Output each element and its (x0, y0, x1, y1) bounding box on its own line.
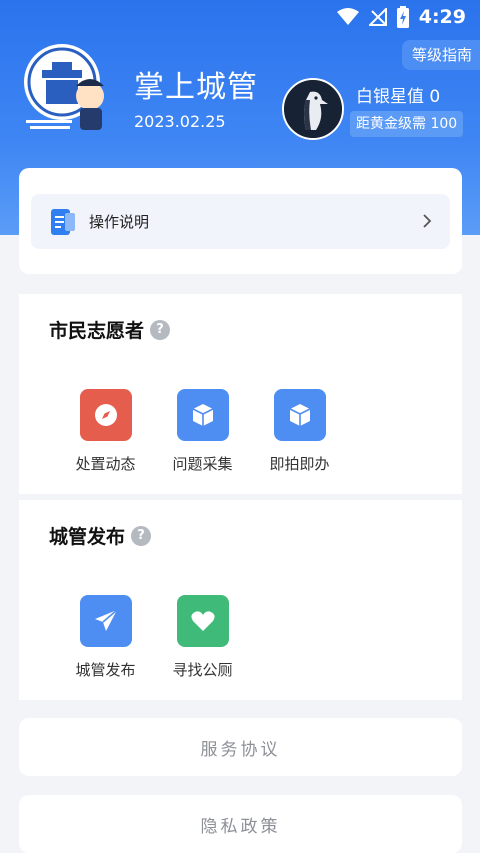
tile-issue-collection[interactable]: 问题采集 (154, 389, 251, 474)
city-management-logo (22, 40, 116, 134)
app-title: 掌上城管 (134, 70, 258, 105)
tile-label: 问题采集 (172, 455, 233, 473)
help-icon[interactable]: ? (150, 319, 171, 340)
tile-snap-and-handle[interactable]: 即拍即办 (251, 389, 348, 474)
operation-guide-label: 操作说明 (89, 213, 150, 231)
privacy-policy-link[interactable]: 隐私政策 (19, 795, 462, 853)
tile-find-toilet[interactable]: 寻找公厕 (154, 595, 251, 680)
tile-label: 城管发布 (75, 661, 136, 679)
publish-section-title: 城管发布 ? (49, 522, 152, 549)
volunteer-title-text: 市民志愿者 (49, 320, 145, 342)
volunteer-section-title: 市民志愿者 ? (49, 316, 171, 343)
tile-label: 寻找公厕 (172, 661, 233, 679)
avatar[interactable] (282, 78, 344, 140)
service-agreement-link[interactable]: 服务协议 (19, 718, 462, 776)
chevron-right-icon (422, 212, 432, 234)
tile-disposal-status[interactable]: 处置动态 (57, 389, 154, 474)
status-bar: 4:29 (0, 0, 480, 34)
rank-progress-text: 距黄金级需 100 (350, 111, 464, 137)
box-icon (176, 389, 229, 441)
document-icon (51, 208, 75, 235)
no-signal-icon (368, 8, 387, 26)
wifi-icon (336, 8, 359, 26)
current-date: 2023.02.25 (134, 112, 226, 131)
compass-icon (79, 389, 132, 441)
send-icon (79, 595, 132, 647)
tile-label: 处置动态 (75, 455, 136, 473)
level-guide-button[interactable]: 等级指南 (401, 40, 480, 70)
publish-section: 城管发布 ? 城管发布 寻找公厕 (19, 500, 462, 700)
rank-title: 白银星值 0 (356, 87, 441, 107)
help-icon[interactable]: ? (131, 525, 152, 546)
heart-icon (176, 595, 229, 647)
tile-label: 即拍即办 (269, 455, 330, 473)
publish-title-text: 城管发布 (49, 526, 126, 548)
clock: 4:29 (418, 6, 466, 28)
battery-charging-icon (396, 6, 409, 28)
operation-guide-item[interactable]: 操作说明 (31, 194, 450, 249)
volunteer-section: 市民志愿者 ? 处置动态 问题采集 即拍即办 (19, 294, 462, 494)
box-icon (273, 389, 326, 441)
guide-card: 操作说明 (19, 168, 462, 274)
tile-city-publish[interactable]: 城管发布 (57, 595, 154, 680)
